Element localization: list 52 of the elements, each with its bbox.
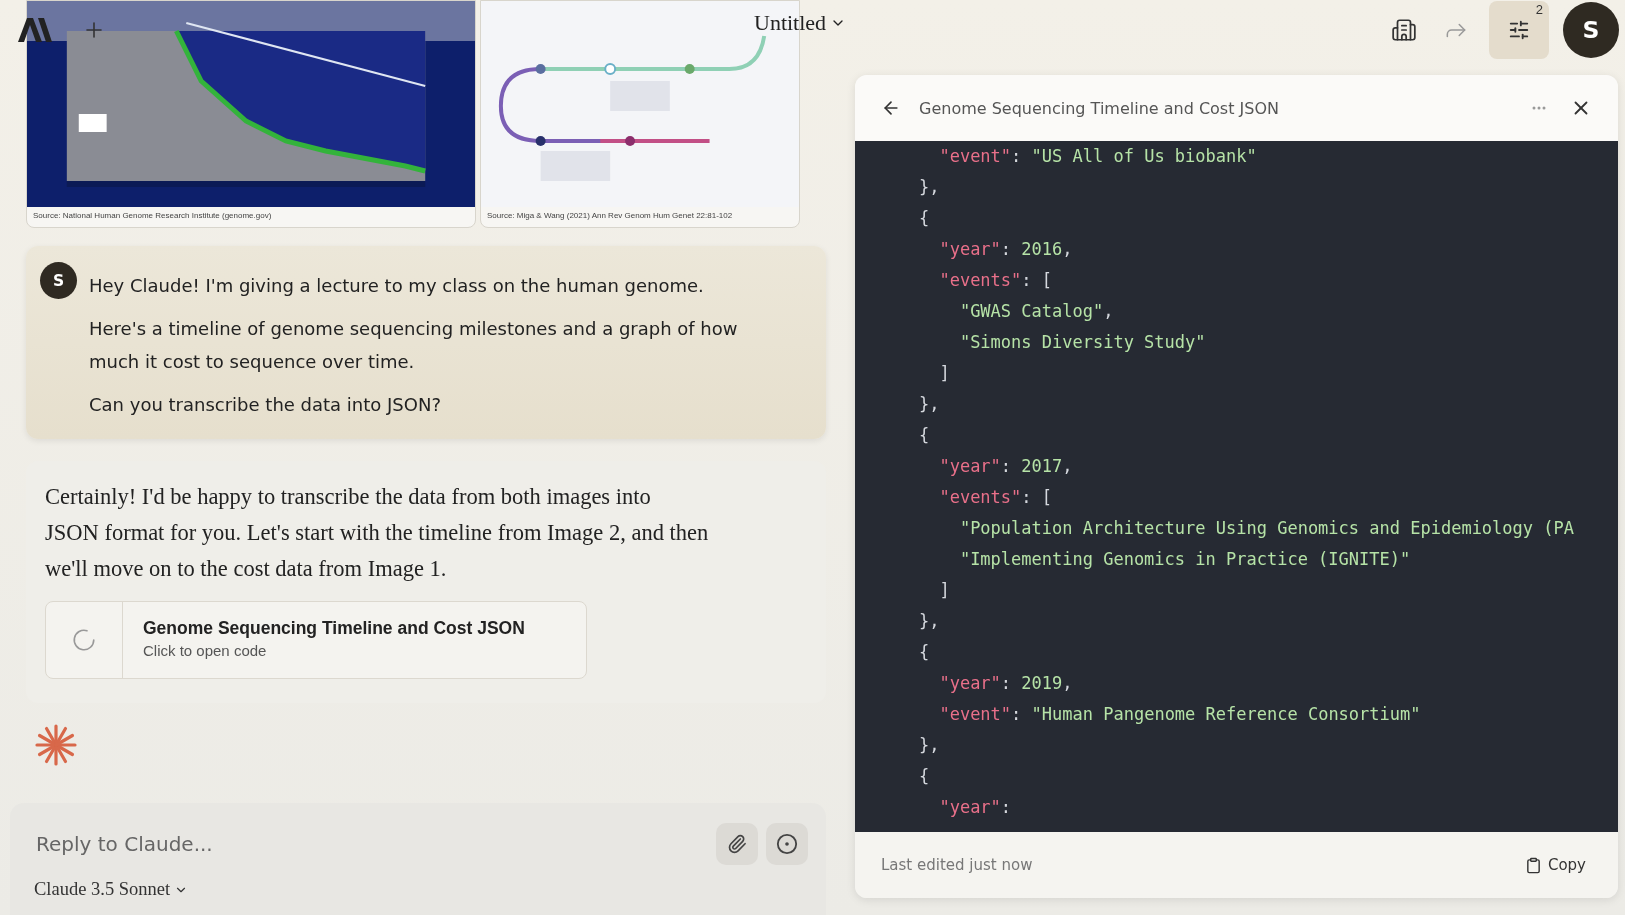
code-line: }, — [917, 610, 941, 633]
model-selector[interactable]: Claude 3.5 Sonnet — [34, 879, 189, 900]
code-line: "events": [ — [938, 269, 1054, 292]
reply-field[interactable]: Reply to Claude... — [34, 831, 708, 857]
code-line: "GWAS Catalog", — [958, 300, 1115, 323]
code-line: ] — [938, 362, 951, 385]
settings-count: 2 — [1535, 2, 1543, 17]
image-caption: Source: National Human Genome Research Institute (genome.gov) — [32, 210, 273, 222]
code-line: { — [917, 424, 931, 447]
code-line: { — [917, 641, 931, 664]
image-attachment[interactable]: Source: National Human Genome Research Institute (genome.gov) — [26, 0, 476, 228]
code-line: ] — [938, 579, 951, 602]
artifact-card[interactable]: Genome Sequencing Timeline and Cost JSON Click to open code — [45, 601, 587, 679]
clipboard-icon — [1524, 856, 1542, 874]
message-text: Here's a timeline of genome sequencing milestones and a graph of how much it cost to sequence over time. — [89, 317, 739, 374]
code-line: "year": 2019, — [938, 672, 1074, 695]
code-line: "event": "US All of Us biobank" — [938, 145, 1258, 168]
code-line: "Simons Diversity Study" — [958, 331, 1207, 354]
artifact-title: Genome Sequencing Timeline and Cost JSON — [143, 618, 525, 639]
code-line: "Implementing Genomics in Practice (IGNITE)" — [958, 548, 1412, 571]
code-line: }, — [917, 734, 941, 757]
logo[interactable] — [18, 18, 52, 42]
message-text: Can you transcribe the data into JSON? — [89, 393, 442, 417]
code-line: "year": — [938, 796, 1013, 819]
record-button[interactable] — [766, 823, 808, 865]
image-caption: Source: Miga & Wang (2021) Ann Rev Genom Hum Genet 22:81-102 — [486, 210, 734, 222]
ellipsis-icon — [1532, 106, 1546, 110]
code-line: "Population Architecture Using Genomics and Epidemiology (PA — [958, 517, 1575, 540]
loading-icon — [71, 627, 97, 653]
response-text: Certainly! I'd be happy to transcribe the data from both images into JSON format for you. Let's start with the timeline from Image 2, and then we'll move on to the cost data from Image 1. — [45, 483, 710, 583]
record-icon — [776, 833, 798, 855]
attach-button[interactable] — [716, 823, 758, 865]
settings-icon — [1508, 19, 1530, 41]
artifact-subtitle: Click to open code — [143, 642, 268, 659]
code-line: "year": 2016, — [938, 238, 1074, 261]
copy-button[interactable]: Copy — [1518, 855, 1592, 875]
user-avatar: S — [40, 262, 77, 299]
code-line: }, — [917, 176, 941, 199]
edit-status: Last edited just now — [881, 856, 1034, 874]
code-line: "events": [ — [938, 486, 1054, 509]
panel-title: Genome Sequencing Timeline and Cost JSON — [919, 98, 1280, 118]
account-avatar[interactable]: S — [1563, 2, 1619, 58]
code-line: { — [917, 765, 931, 788]
code-line: "year": 2017, — [938, 455, 1074, 478]
paperclip-icon — [727, 834, 747, 854]
code-line: { — [917, 207, 931, 230]
message-text: Hey Claude! I'm giving a lecture to my class on the human genome. — [89, 274, 705, 298]
building-icon — [1391, 17, 1417, 43]
code-line: }, — [917, 393, 941, 416]
starburst-icon — [34, 723, 78, 767]
code-line: "event": "Human Pangenome Reference Consortium" — [938, 703, 1422, 726]
settings-button[interactable]: 2 — [1489, 1, 1549, 59]
